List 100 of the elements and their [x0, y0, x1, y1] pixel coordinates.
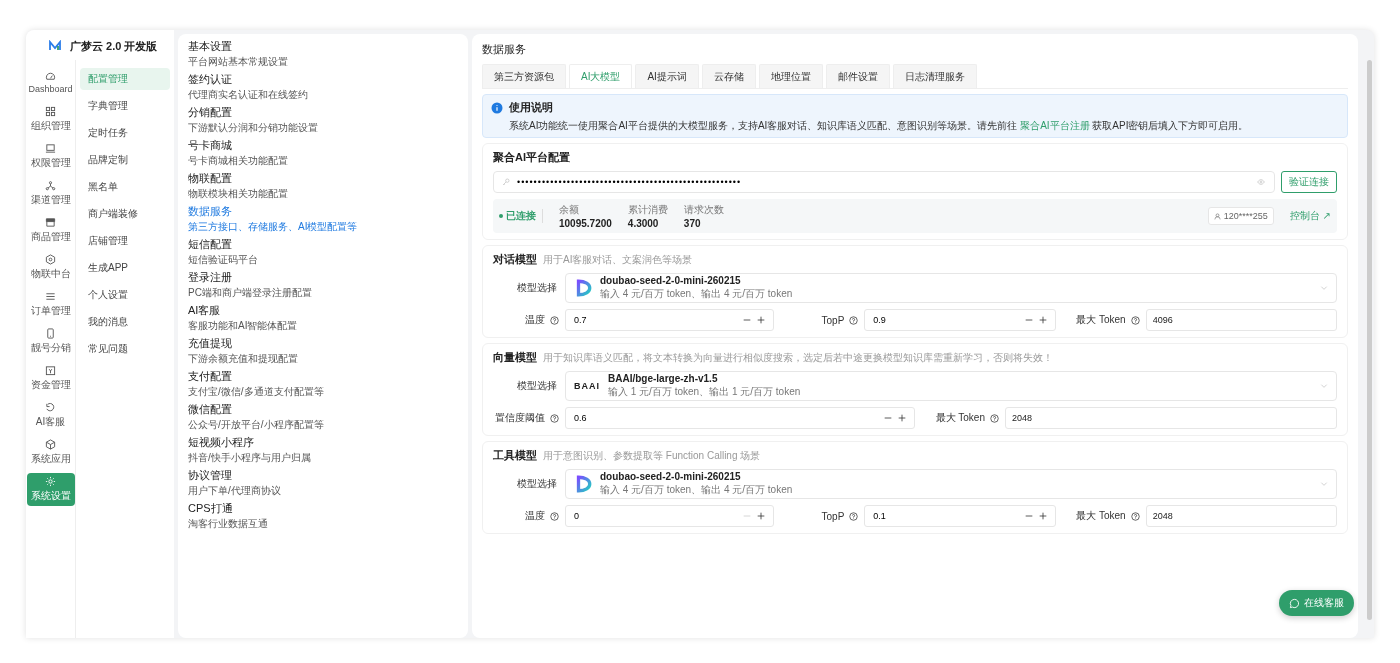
plus-icon [898, 414, 906, 422]
section-hint: 用于知识库语义匹配，将文本转换为向量进行相似度搜索，选定后若中途更换模型知识库需重新学习，否则将失效！ [543, 351, 1053, 365]
app-title: 广梦云 2.0 开发版 [70, 38, 158, 54]
model-logo-icon [574, 475, 592, 493]
submenu-item[interactable]: 品牌定制 [80, 149, 170, 171]
stat-value: 4.3000 [627, 218, 660, 229]
text-input[interactable]: 2048 [1145, 505, 1337, 527]
connection-status: 已连接 [499, 209, 543, 223]
scrollbar[interactable] [1366, 60, 1372, 620]
field-label: 温度 [493, 313, 565, 327]
settings-item[interactable]: 微信配置 公众号/开放平台/小程序配置等 [188, 402, 458, 432]
settings-item[interactable]: 协议管理 用户下单/代理商协议 [188, 468, 458, 498]
model-select[interactable]: doubao-seed-2-0-mini-260215 输入 4 元/百万 token、输出 4 元/百万 token [565, 469, 1337, 499]
settings-item[interactable]: 登录注册 PC端和商户端登录注册配置 [188, 270, 458, 300]
settings-item[interactable]: 数据服务 第三方接口、存储服务、AI模型配置等 [188, 204, 458, 234]
nav-rail-item[interactable]: 物联中台 [26, 251, 75, 284]
submenu-item[interactable]: 个人设置 [80, 284, 170, 306]
section-title: 工具模型 [493, 448, 537, 463]
help-icon [550, 413, 559, 423]
number-field[interactable]: 0 [565, 505, 775, 527]
model-select[interactable]: doubao-seed-2-0-mini-260215 输入 4 元/百万 token、输出 4 元/百万 token [565, 273, 1337, 303]
submenu-item[interactable]: 生成APP [80, 257, 170, 279]
submenu-item[interactable]: 我的消息 [80, 311, 170, 333]
text-input[interactable]: 2048 [1005, 407, 1337, 429]
number-field[interactable]: 0.1 [864, 505, 1056, 527]
field-label: 置信度阈值 [493, 411, 565, 425]
settings-item[interactable]: 充值提现 下游余额充值和提现配置 [188, 336, 458, 366]
tab[interactable]: 邮件设置 [825, 64, 890, 88]
nav-rail-item[interactable]: 资金管理 [26, 362, 75, 395]
settings-icon [45, 476, 56, 487]
submenu-item[interactable]: 定时任务 [80, 122, 170, 144]
settings-item[interactable]: 分销配置 下游默认分润和分销功能设置 [188, 105, 458, 135]
number-input[interactable]: 0.7 [572, 314, 740, 326]
nav-rail-item[interactable]: 权限管理 [26, 140, 75, 173]
minus-button[interactable] [882, 414, 894, 422]
settings-item[interactable]: 物联配置 物联模块相关功能配置 [188, 171, 458, 201]
chat-icon [1289, 597, 1300, 609]
tab[interactable]: 日志清理服务 [892, 64, 977, 88]
section-title: 向量模型 [493, 350, 537, 365]
field-label: 最大 Token [1055, 509, 1146, 523]
settings-item[interactable]: 基本设置 平台网站基本常规设置 [188, 39, 458, 69]
number-input[interactable]: 0 [572, 510, 740, 522]
settings-item[interactable]: AI客服 客服功能和AI智能体配置 [188, 303, 458, 333]
nav-rail-item[interactable]: 商品管理 [26, 214, 75, 247]
number-field[interactable]: 0.7 [565, 309, 775, 331]
nav-rail-item[interactable]: 订单管理 [26, 288, 75, 321]
nav-rail-item[interactable]: 系统应用 [26, 436, 75, 469]
number-field[interactable]: 0.9 [864, 309, 1056, 331]
settings-item[interactable]: 签约认证 代理商实名认证和在线签约 [188, 72, 458, 102]
laptop-icon [45, 143, 56, 154]
field-label: 模型选择 [516, 477, 558, 491]
number-input[interactable]: 0.9 [871, 314, 1021, 326]
submenu-item[interactable]: 字典管理 [80, 95, 170, 117]
number-input[interactable]: 0.1 [871, 510, 1021, 522]
tab[interactable]: 第三方资源包 [482, 64, 566, 88]
gauge-icon [45, 71, 56, 82]
api-key-field[interactable]: •••••••••••••••••••••••••••••••••••••••••••••••••••••• [493, 171, 1275, 193]
notice-title: 使用说明 [509, 100, 553, 115]
logo-icon [48, 40, 62, 52]
field-label: 最大 Token [1055, 313, 1146, 327]
key-icon [502, 178, 510, 186]
model-price: 输入 4 元/百万 token、输出 4 元/百万 token [600, 483, 794, 497]
submenu-item[interactable]: 常见问题 [80, 338, 170, 360]
number-input[interactable]: 0.6 [572, 412, 880, 424]
model-name: BAAI/bge-large-zh-v1.5 [608, 373, 719, 384]
number-field[interactable]: 0.6 [565, 407, 915, 429]
tab[interactable]: 云存储 [701, 64, 756, 88]
field-label: 温度 [493, 509, 565, 523]
field-label: 最大 Token [915, 411, 1005, 425]
settings-item[interactable]: 支付配置 支付宝/微信/多通道支付配置等 [188, 369, 458, 399]
verify-button[interactable]: 验证连接 [1281, 171, 1337, 193]
nav-rail-item[interactable]: Dashboard [26, 66, 75, 99]
submenu-item[interactable]: 黑名单 [80, 176, 170, 198]
plus-icon [1038, 512, 1047, 520]
api-key-input[interactable]: •••••••••••••••••••••••••••••••••••••••••••••••••••••• [515, 176, 1251, 188]
stat-value: 10095.7200 [559, 218, 612, 229]
tab[interactable]: 地理位置 [758, 64, 823, 88]
nav-rail-item[interactable]: 靓号分销 [26, 325, 75, 358]
submenu-item[interactable]: 店铺管理 [80, 230, 170, 252]
model-logo-icon [574, 279, 592, 297]
tab[interactable]: AI大模型 [569, 64, 633, 88]
eye-icon [1256, 178, 1266, 186]
model-select[interactable]: BAAI BAAI/bge-large-zh-v1.5 输入 1 元/百万 token、输出 1 元/百万 token [565, 371, 1337, 401]
text-input[interactable]: 4096 [1145, 309, 1337, 331]
nav-rail-item[interactable]: 渠道管理 [26, 177, 75, 210]
settings-item[interactable]: 号卡商城 号卡商城相关功能配置 [188, 138, 458, 168]
phone-icon [45, 328, 56, 339]
plus-icon [1038, 316, 1047, 324]
submenu-item[interactable]: 商户端装修 [80, 203, 170, 225]
tab[interactable]: AI提示词 [635, 64, 699, 88]
section-hint: 用于AI客服对话、文案润色等场景 [543, 253, 693, 267]
settings-item[interactable]: CPS打通 淘客行业数据互通 [188, 501, 458, 531]
nav-rail-item[interactable]: AI客服 [26, 399, 75, 432]
nav-rail-item[interactable]: 组织管理 [26, 103, 75, 136]
plus-button[interactable] [896, 414, 908, 422]
wallet-icon [45, 365, 56, 376]
settings-item[interactable]: 短信配置 短信验证码平台 [188, 237, 458, 267]
chevron-down-icon [1320, 284, 1328, 292]
settings-item[interactable]: 短视频小程序 抖音/快手小程序与用户归属 [188, 435, 458, 465]
info-icon [491, 101, 503, 114]
